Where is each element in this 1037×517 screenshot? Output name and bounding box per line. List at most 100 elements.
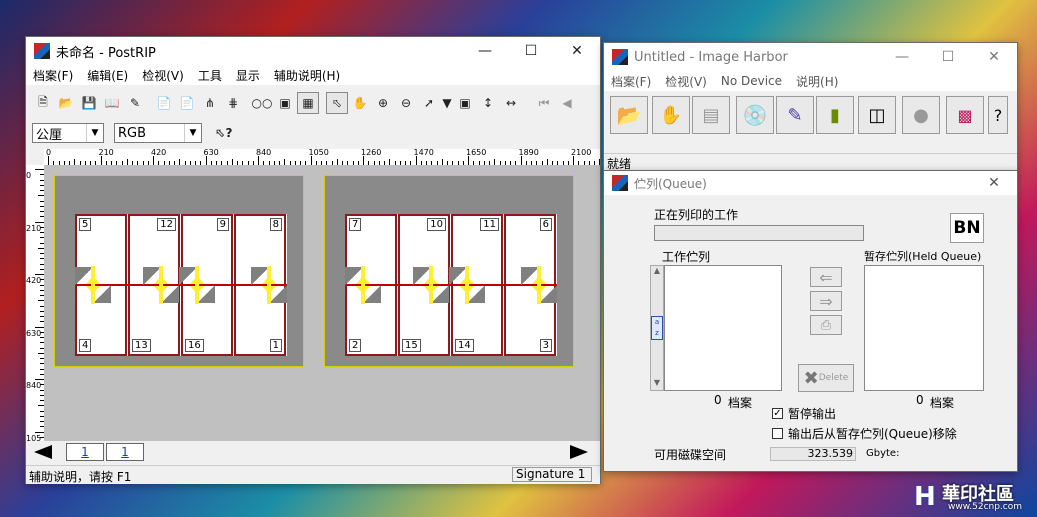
tab-sheet-2[interactable]: 1 <box>106 443 144 461</box>
zoom-out-icon[interactable]: ⊖ <box>395 92 417 114</box>
menu-help[interactable]: 说明(H) <box>789 73 845 90</box>
maximize-button[interactable]: ☐ <box>925 43 971 71</box>
ruler-label: 630 <box>26 328 42 338</box>
page-number: 13 <box>132 339 151 352</box>
scroll-right-icon[interactable] <box>570 445 588 459</box>
fit-height-icon[interactable]: ↕ <box>477 92 499 114</box>
disk-icon[interactable]: 💿 <box>736 96 774 134</box>
scroll-down-icon[interactable]: ▼ <box>651 378 663 390</box>
page-color-icon[interactable]: 📄 <box>176 92 198 114</box>
ruler-tick <box>35 274 44 275</box>
ruler-label: 210 <box>26 223 42 233</box>
harbor-toolbar: 📂 ✋ ▤ 💿 ✎ ▮ ◫ ● ▩ ? <box>610 95 1008 135</box>
imposition-sheet-2[interactable]: 7 2 10 15 11 14 6 3 <box>324 175 574 367</box>
ruler-tick <box>468 156 469 165</box>
open-folder-icon[interactable]: 📂 <box>610 96 648 134</box>
dropdown-arrow-icon[interactable]: ▼ <box>441 92 453 114</box>
watermark-h-icon: H <box>914 482 936 512</box>
chevron-down-icon: ▼ <box>86 124 103 142</box>
ruler-tick <box>573 156 574 165</box>
harbor-app-icon <box>612 49 628 65</box>
ruler-tick <box>35 169 44 170</box>
work-queue-scrollbar[interactable]: ▲ az ▼ <box>650 265 664 391</box>
print-icon[interactable]: ✎ <box>776 96 814 134</box>
fit-page-icon[interactable]: ▣ <box>454 92 476 114</box>
menu-help[interactable]: 辅助说明(H) <box>267 67 347 84</box>
queue-close-button[interactable]: ✕ <box>971 171 1017 195</box>
menu-view[interactable]: 检视(V) <box>658 73 714 90</box>
close-button[interactable]: ✕ <box>554 37 600 65</box>
unit-select[interactable]: 公厘 ▼ <box>32 123 104 143</box>
imposition-sheet-1[interactable]: 5 4 12 13 9 16 8 1 <box>54 175 304 367</box>
merge-icon[interactable]: ⋕ <box>222 92 244 114</box>
held-queue-list[interactable] <box>864 265 984 391</box>
color-select[interactable]: RGB ▼ <box>114 123 202 143</box>
pause-output-checkbox[interactable]: ✓ <box>772 408 783 419</box>
page-number: 15 <box>402 339 421 352</box>
layout-canvas[interactable]: 5 4 12 13 9 16 8 1 7 2 10 15 11 14 6 3 <box>44 165 600 441</box>
stop-icon[interactable]: ● <box>902 96 940 134</box>
scroll-left-icon[interactable] <box>34 445 52 459</box>
hand-icon[interactable]: ✋ <box>349 92 371 114</box>
hand-tool-icon[interactable]: ✋ <box>652 96 690 134</box>
registration-arrow-icon <box>262 266 276 304</box>
tab-sheet-1[interactable]: 1 <box>66 443 104 461</box>
close-button[interactable]: ✕ <box>971 43 1017 71</box>
menu-device[interactable]: No Device <box>714 74 789 88</box>
help-icon[interactable]: ? <box>988 96 1008 134</box>
maximize-button[interactable]: ☐ <box>508 37 554 65</box>
pointer-icon[interactable]: ⬁ <box>326 92 348 114</box>
first-page-icon[interactable]: ⏮ <box>533 92 555 114</box>
new-icon[interactable]: 🗎 <box>32 92 54 114</box>
ruler-label: 840 <box>26 381 42 390</box>
sort-az-icon[interactable]: az <box>651 316 663 340</box>
menu-file[interactable]: 档案(F) <box>26 67 80 84</box>
menu-view[interactable]: 检视(V) <box>135 67 191 84</box>
signature-label: Signature 1 <box>512 467 592 482</box>
queue-window-icon[interactable]: ◫ <box>858 96 896 134</box>
minimize-button[interactable]: — <box>462 37 508 65</box>
grid-icon[interactable]: ▦ <box>297 92 319 114</box>
remove-after-output-checkbox[interactable] <box>772 428 783 439</box>
select-tool-icon[interactable]: ➚ <box>418 92 440 114</box>
scroll-up-icon[interactable]: ▲ <box>651 266 663 278</box>
menu-tools[interactable]: 工具 <box>191 67 229 84</box>
minimize-button[interactable]: — <box>879 43 925 71</box>
menu-file[interactable]: 档案(F) <box>604 73 658 90</box>
pause-output-label: 暂停输出 <box>788 407 837 421</box>
remove-after-output-label: 输出后从暂存伫列(Queue)移除 <box>788 427 957 441</box>
menu-display[interactable]: 显示 <box>229 67 267 84</box>
page-icon[interactable]: 📄 <box>153 92 175 114</box>
print-job-button[interactable]: ⎙ <box>810 315 842 335</box>
context-help-icon[interactable]: ⬁? <box>212 121 236 145</box>
move-left-button[interactable]: ⇐ <box>810 267 842 287</box>
battery-icon[interactable]: ▮ <box>816 96 854 134</box>
page-grid: 5 4 12 13 9 16 8 1 <box>75 214 287 356</box>
harbor-title: Untitled - Image Harbor <box>634 49 788 65</box>
fit-width-icon[interactable]: ↔ <box>500 92 522 114</box>
print-settings-icon[interactable]: ✎ <box>124 92 146 114</box>
page-number: 14 <box>455 339 474 352</box>
ruler-label: 2100 <box>571 148 592 157</box>
image-icon[interactable]: ▤ <box>692 96 730 134</box>
postrip-statusbar: 辅助说明，请按 F1 Signature 1 <box>26 465 600 484</box>
image-harbor-window: Untitled - Image Harbor — ☐ ✕ 档案(F) 检视(V… <box>603 42 1018 172</box>
palette-icon[interactable]: ▩ <box>946 96 984 134</box>
split-icon[interactable]: ⋔ <box>199 92 221 114</box>
page-grid: 7 2 10 15 11 14 6 3 <box>345 214 557 356</box>
delete-button[interactable]: ✖ Delete <box>798 364 854 392</box>
book-icon[interactable]: 📖 <box>101 92 123 114</box>
delete-x-icon: ✖ <box>803 367 819 389</box>
ruler-label: 420 <box>151 148 167 157</box>
move-right-button[interactable]: ⇒ <box>810 291 842 311</box>
prev-page-icon[interactable]: ◀ <box>556 92 578 114</box>
registration-arrow-icon <box>86 266 100 304</box>
save-icon[interactable]: 💾 <box>78 92 100 114</box>
work-queue-list[interactable] <box>664 265 782 391</box>
open-icon[interactable]: 📂 <box>55 92 77 114</box>
chevron-down-icon: ▼ <box>184 124 201 142</box>
zoom-in-icon[interactable]: ⊕ <box>372 92 394 114</box>
binoculars-icon[interactable]: ○○ <box>251 92 273 114</box>
menu-edit[interactable]: 编辑(E) <box>80 67 135 84</box>
frame-icon[interactable]: ▣ <box>274 92 296 114</box>
